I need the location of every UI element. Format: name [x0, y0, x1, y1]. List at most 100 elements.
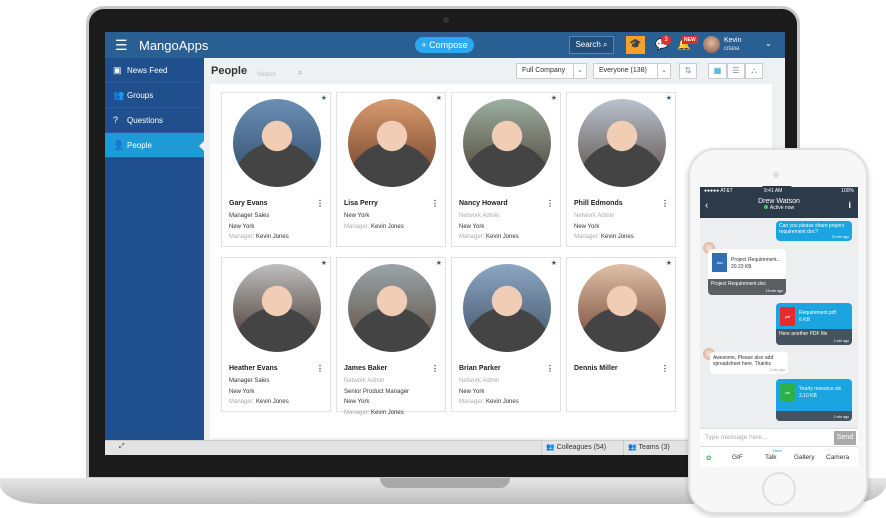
sort-button[interactable]: ⇅	[679, 63, 697, 79]
star-icon[interactable]: ★	[551, 259, 557, 267]
person-details: Manager Sales New York Manager: Kevin Jone…	[229, 376, 289, 408]
colleagues-tab[interactable]: 👥 Colleagues (54)	[541, 441, 623, 455]
person-name[interactable]: James Baker	[344, 365, 387, 372]
file-message[interactable]: xls Yearly resource.xls 3.10 KB 1 min ago	[776, 379, 852, 421]
question-icon: ?	[113, 115, 119, 125]
person-name[interactable]: Phill Edmonds	[574, 200, 623, 207]
person-card[interactable]: ★ Gary Evans ⋮ Manager Sales New York Manager…	[221, 92, 331, 247]
chevron-down-icon[interactable]: ⌄	[765, 39, 772, 48]
person-card[interactable]: ★ Nancy Howard ⋮ Network Admin New York Manag…	[451, 92, 561, 247]
app-screen: ☰ MangoApps + Compose Search ⌕ 🎓 💬 3 🔔 N…	[105, 32, 785, 455]
sidebar-item-news-feed[interactable]: ▣ News Feed	[105, 58, 204, 83]
more-options-icon[interactable]: ⋮	[661, 199, 669, 208]
profile-photo[interactable]	[463, 264, 551, 352]
star-icon[interactable]: ★	[551, 94, 557, 102]
gif-tab[interactable]: GIF	[732, 454, 743, 461]
app-logo[interactable]: MangoApps	[139, 38, 208, 53]
person-name[interactable]: Gary Evans	[229, 200, 268, 207]
contact-name: Drew Watson	[758, 198, 800, 205]
file-caption: Here another PDF file 1 min ago	[776, 329, 852, 345]
profile-photo[interactable]	[233, 264, 321, 352]
sidebar-item-people[interactable]: 👤 People	[105, 133, 204, 158]
chevron-down-icon: ⌄	[573, 64, 586, 78]
teams-tab[interactable]: 👥 Teams (3)	[623, 441, 685, 455]
list-view-button[interactable]: ☰	[727, 63, 745, 79]
line-value: Senior Product Manager	[344, 388, 410, 395]
message-time: 1 min ago	[833, 415, 849, 419]
emoji-icon[interactable]: ✿	[706, 454, 711, 462]
sidebar-item-label: Questions	[127, 116, 164, 125]
more-options-icon[interactable]: ⋮	[431, 199, 439, 208]
group-select[interactable]: Everyone (138) ⌄	[593, 63, 671, 79]
profile-photo[interactable]	[348, 264, 436, 352]
top-bar: ☰ MangoApps + Compose Search ⌕ 🎓 💬 3 🔔 N…	[105, 32, 785, 58]
star-icon[interactable]: ★	[666, 259, 672, 267]
more-options-icon[interactable]: ⋮	[661, 364, 669, 373]
person-card[interactable]: ★ James Baker ⋮ Network Admin Senior Product…	[336, 257, 446, 416]
person-name[interactable]: Lisa Perry	[344, 200, 378, 207]
sidebar-item-label: News Feed	[127, 66, 168, 75]
colleagues-label: Colleagues (54)	[556, 444, 607, 451]
person-card[interactable]: ★ Heather Evans ⋮ Manager Sales New York Mana…	[221, 257, 331, 412]
org-chart-button[interactable]: ⛬	[745, 63, 763, 79]
profile-photo[interactable]	[463, 99, 551, 187]
back-icon[interactable]: ‹	[705, 200, 708, 211]
doc-file-icon: .doc	[712, 253, 727, 272]
star-icon[interactable]: ★	[321, 94, 327, 102]
scope-select[interactable]: Full Company ⌄	[516, 63, 587, 79]
person-card[interactable]: ★ Dennis Miller ⋮	[566, 257, 676, 412]
star-icon[interactable]: ★	[436, 259, 442, 267]
send-button[interactable]: Send	[834, 431, 856, 445]
profile-photo[interactable]	[348, 99, 436, 187]
person-card[interactable]: ★ Brian Parker ⋮ Network Admin New York Manag…	[451, 257, 561, 412]
more-options-icon[interactable]: ⋮	[546, 199, 554, 208]
learning-icon[interactable]: 🎓	[626, 36, 645, 54]
profile-photo[interactable]	[233, 99, 321, 187]
more-options-icon[interactable]: ⋮	[431, 364, 439, 373]
gallery-tab[interactable]: Gallery	[794, 454, 815, 461]
person-card[interactable]: ★ Lisa Perry ⋮ New York Manager: Kevin Jones	[336, 92, 446, 247]
menu-icon[interactable]: ☰	[115, 37, 128, 54]
sidebar-item-questions[interactable]: ? Questions	[105, 108, 204, 133]
more-options-icon[interactable]: ⋮	[316, 199, 324, 208]
camera-tab[interactable]: Camera	[826, 454, 849, 461]
profile-photo[interactable]	[578, 99, 666, 187]
user-menu[interactable]: Kevin citalia	[724, 36, 742, 54]
search-label: Search	[575, 40, 601, 49]
star-icon[interactable]: ★	[321, 259, 327, 267]
sidebar-item-groups[interactable]: 👥 Groups	[105, 83, 204, 108]
line-value: Kevin Jones	[486, 399, 519, 405]
star-icon[interactable]: ★	[436, 94, 442, 102]
person-name[interactable]: Brian Parker	[459, 365, 501, 372]
compose-button[interactable]: + Compose	[415, 37, 474, 53]
info-icon[interactable]: i	[848, 200, 851, 210]
person-name[interactable]: Nancy Howard	[459, 200, 508, 207]
people-search-input[interactable]: Search ⌕	[257, 67, 303, 79]
more-options-icon[interactable]: ⋮	[316, 364, 324, 373]
grid-view-button[interactable]: ▦	[708, 63, 727, 79]
more-options-icon[interactable]: ⋮	[546, 364, 554, 373]
avatar[interactable]	[703, 36, 720, 53]
expand-icon[interactable]: ⤢	[119, 443, 125, 451]
message-input[interactable]: Type message here... Send	[700, 428, 858, 446]
battery: 100%	[841, 188, 854, 194]
group-value: Everyone (138)	[599, 67, 647, 74]
person-name[interactable]: Heather Evans	[229, 365, 278, 372]
line-value: Kevin Jones	[601, 234, 634, 240]
talk-tab[interactable]: Talk	[765, 454, 777, 461]
person-card[interactable]: ★ Phill Edmonds ⋮ Network Admin New York Mana…	[566, 92, 676, 247]
person-details: Network Admin New York Manager: Kevin Jone…	[459, 211, 519, 243]
pdf-file-icon: pdf	[780, 307, 795, 326]
presence-status: Active now	[700, 205, 858, 211]
line-label: Manager:	[459, 234, 487, 240]
star-icon[interactable]: ★	[666, 94, 672, 102]
profile-photo[interactable]	[578, 264, 666, 352]
home-button[interactable]	[762, 472, 796, 506]
person-name[interactable]: Dennis Miller	[574, 365, 618, 372]
file-message[interactable]: .doc Project Requirement... 20.23 KB Projec…	[708, 249, 786, 295]
search-button[interactable]: Search ⌕	[569, 36, 614, 54]
line-label: Network Admin	[459, 213, 500, 219]
file-size: 20.23 KB	[731, 264, 752, 270]
phone-frame: ●●●●● AT&T 9:41 AM 100% ‹ Drew Watson Acti…	[688, 148, 868, 514]
file-message[interactable]: pdf Requirement.pdf 6 KB Here another PDF f…	[776, 303, 852, 345]
